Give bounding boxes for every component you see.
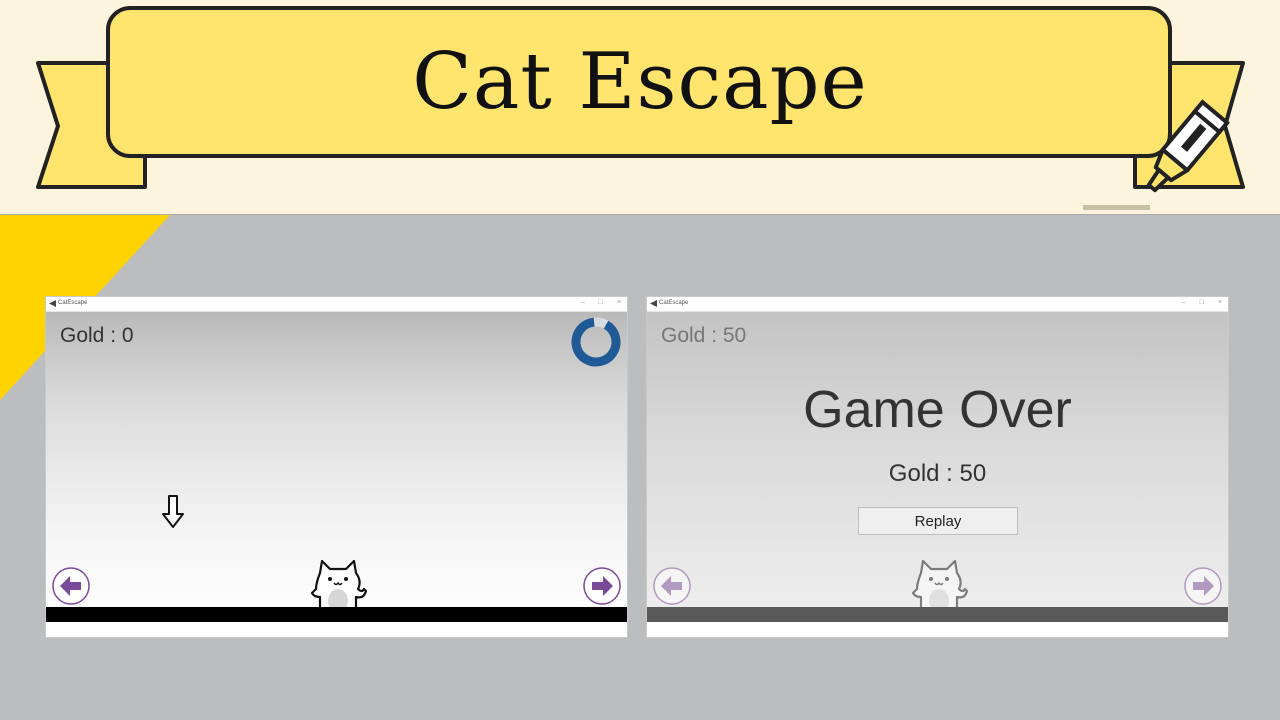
left-arrow-button[interactable] xyxy=(652,566,692,606)
gold-counter: Gold : 0 xyxy=(60,324,134,347)
right-arrow-button[interactable] xyxy=(582,566,622,606)
window-title: CatEscape xyxy=(58,300,88,306)
final-gold: Gold : 50 xyxy=(888,460,987,487)
minimize-button[interactable]: – xyxy=(1182,299,1186,306)
window-title: CatEscape xyxy=(659,300,689,306)
title-header: Cat Escape xyxy=(0,0,1280,215)
unity-icon xyxy=(650,300,657,307)
close-button[interactable]: × xyxy=(617,299,621,306)
maximize-button[interactable]: □ xyxy=(1200,299,1204,306)
gold-counter: Gold : 50 xyxy=(661,324,747,347)
left-arrow-button[interactable] xyxy=(51,566,91,606)
close-button[interactable]: × xyxy=(1218,299,1222,306)
game-window-over: CatEscape – □ × Gold : 50 Game Over Gold… xyxy=(647,297,1228,637)
timer-gauge xyxy=(571,317,621,367)
game-window-playing: CatEscape – □ × Gold : 0 xyxy=(46,297,627,637)
replay-button[interactable]: Replay xyxy=(858,507,1018,535)
game-over-title: Game Over xyxy=(803,381,1072,439)
maximize-button[interactable]: □ xyxy=(599,299,603,306)
page-title: Cat Escape xyxy=(412,37,868,127)
right-arrow-button[interactable] xyxy=(1183,566,1223,606)
game-scene: Gold : 50 Game Over Gold : 50 Replay xyxy=(647,312,1228,622)
window-titlebar: CatEscape – □ × xyxy=(46,297,627,312)
ground xyxy=(647,607,1228,622)
window-titlebar: CatEscape – □ × xyxy=(647,297,1228,312)
down-arrow-icon xyxy=(162,495,184,528)
minimize-button[interactable]: – xyxy=(581,299,585,306)
ground xyxy=(46,607,627,622)
unity-icon xyxy=(49,300,56,307)
game-scene: Gold : 0 xyxy=(46,312,627,622)
